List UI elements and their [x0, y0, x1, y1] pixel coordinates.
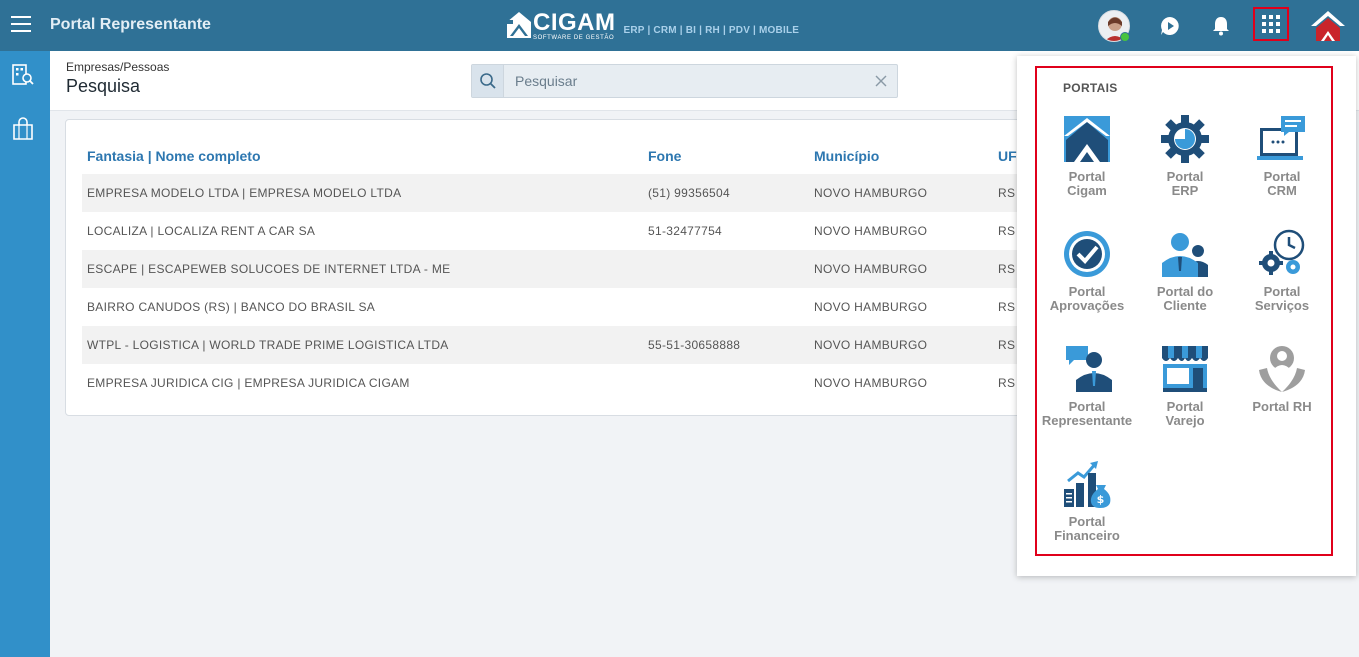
portal-label: Portal Serviços: [1254, 284, 1310, 313]
table-row[interactable]: EMPRESA JURIDICA CIG | EMPRESA JURIDICA …: [82, 364, 1062, 402]
page-title: Pesquisa: [66, 76, 141, 96]
cigam-house-icon: [1064, 116, 1110, 162]
apps-grid-icon: [1262, 15, 1280, 33]
portal-cigam[interactable]: Portal Cigam: [1037, 114, 1137, 224]
person-speech-icon: [1066, 346, 1112, 392]
cigam-logo-icon: [507, 12, 531, 38]
cell-name: ESCAPE | ESCAPEWEB SOLUCOES DE INTERNET …: [87, 262, 451, 276]
cell-uf: RS: [998, 224, 1016, 238]
logo-subtitle: SOFTWARE DE GESTÃO: [533, 35, 615, 41]
portal-label: Portal CRM: [1263, 169, 1301, 198]
portal-label: Portal Aprovações: [1049, 284, 1125, 313]
search-box: [471, 64, 898, 98]
portal-erp[interactable]: Portal ERP: [1135, 114, 1235, 224]
cell-uf: RS: [998, 338, 1016, 352]
portal-label: Portal Financeiro: [1054, 514, 1120, 543]
gears-clock-icon: [1259, 229, 1305, 275]
cigam-logo: CIGAM SOFTWARE DE GESTÃO ERP | CRM | BI …: [507, 9, 800, 42]
logo-modules: ERP | CRM | BI | RH | PDV | MOBILE: [623, 25, 800, 36]
table-row[interactable]: WTPL - LOGISTICA | WORLD TRADE PRIME LOG…: [82, 326, 1062, 364]
top-bar: Portal Representante CIGAM SOFTWARE DE G…: [0, 0, 1359, 51]
monitor-chat-icon: [1257, 116, 1305, 160]
cell-city: NOVO HAMBURGO: [814, 300, 928, 314]
hands-person-icon: [1259, 346, 1305, 392]
menu-icon[interactable]: [11, 16, 31, 34]
results-card: Fantasia | Nome completo Fone Município …: [65, 119, 1065, 416]
cell-city: NOVO HAMBURGO: [814, 186, 928, 200]
portals-dropdown: PORTAIS Portal Cigam Portal ERP Portal C…: [1017, 56, 1356, 576]
search-input[interactable]: [515, 65, 865, 97]
cell-name: WTPL - LOGISTICA | WORLD TRADE PRIME LOG…: [87, 338, 449, 352]
check-badge-icon: [1064, 231, 1110, 277]
portal-rh[interactable]: Portal RH: [1232, 344, 1332, 454]
column-header-name[interactable]: Fantasia | Nome completo: [87, 148, 261, 164]
portal-label: Portal Varejo: [1165, 399, 1205, 428]
building-search-icon[interactable]: [11, 63, 35, 87]
table-row[interactable]: BAIRRO CANUDOS (RS) | BANCO DO BRASIL SA…: [82, 288, 1062, 326]
play-chat-icon[interactable]: [1153, 9, 1187, 43]
column-header-city[interactable]: Município: [814, 148, 879, 164]
cell-name: EMPRESA JURIDICA CIG | EMPRESA JURIDICA …: [87, 376, 410, 390]
cell-city: NOVO HAMBURGO: [814, 224, 928, 238]
portal-label: Portal Representante: [1041, 399, 1133, 428]
cell-uf: RS: [998, 186, 1016, 200]
portal-label: Portal do Cliente: [1156, 284, 1214, 313]
table-row[interactable]: ESCAPE | ESCAPEWEB SOLUCOES DE INTERNET …: [82, 250, 1062, 288]
portal-financeiro[interactable]: $ Portal Financeiro: [1037, 459, 1137, 569]
portal-cliente[interactable]: Portal do Cliente: [1135, 229, 1235, 339]
portal-crm[interactable]: Portal CRM: [1232, 114, 1332, 224]
storefront-icon: [1162, 346, 1208, 392]
portal-label: Portal ERP: [1166, 169, 1204, 198]
cell-uf: RS: [998, 300, 1016, 314]
table-row[interactable]: LOCALIZA | LOCALIZA RENT A CAR SA 51-324…: [82, 212, 1062, 250]
breadcrumb[interactable]: Empresas/Pessoas: [66, 60, 169, 74]
cell-phone: (51) 99356504: [648, 186, 730, 200]
home-cigam-button[interactable]: [1310, 8, 1346, 44]
portal-aprovacoes[interactable]: Portal Aprovações: [1037, 229, 1137, 339]
portal-representante[interactable]: Portal Representante: [1037, 344, 1137, 454]
cell-name: EMPRESA MODELO LTDA | EMPRESA MODELO LTD…: [87, 186, 402, 200]
table-row[interactable]: EMPRESA MODELO LTDA | EMPRESA MODELO LTD…: [82, 174, 1062, 212]
cell-city: NOVO HAMBURGO: [814, 338, 928, 352]
gear-chart-icon: [1161, 115, 1209, 163]
shopping-bag-icon[interactable]: [11, 117, 35, 141]
apps-grid-button[interactable]: [1253, 7, 1289, 41]
money-growth-icon: $: [1064, 461, 1111, 508]
sidebar: [0, 51, 50, 657]
portal-varejo[interactable]: Portal Varejo: [1135, 344, 1235, 454]
people-icon: [1162, 233, 1208, 277]
cell-city: NOVO HAMBURGO: [814, 262, 928, 276]
cell-name: LOCALIZA | LOCALIZA RENT A CAR SA: [87, 224, 316, 238]
table-header: Fantasia | Nome completo Fone Município …: [82, 144, 1062, 174]
bell-icon[interactable]: [1204, 9, 1238, 43]
online-status-dot: [1120, 32, 1130, 42]
portals-title: PORTAIS: [1063, 81, 1118, 95]
cell-phone: 51-32477754: [648, 224, 723, 238]
svg-text:$: $: [1097, 493, 1105, 506]
column-header-uf[interactable]: UF: [998, 148, 1017, 164]
search-button[interactable]: [472, 65, 504, 97]
portal-label: Portal Cigam: [1067, 169, 1107, 198]
cell-city: NOVO HAMBURGO: [814, 376, 928, 390]
clear-search-icon[interactable]: [873, 73, 889, 89]
portal-servicos[interactable]: Portal Serviços: [1232, 229, 1332, 339]
column-header-phone[interactable]: Fone: [648, 148, 681, 164]
cell-uf: RS: [998, 262, 1016, 276]
cell-phone: 55-51-30658888: [648, 338, 741, 352]
cell-uf: RS: [998, 376, 1016, 390]
app-title: Portal Representante: [50, 16, 211, 33]
portal-label: Portal RH: [1252, 399, 1312, 414]
logo-word: CIGAM: [533, 9, 616, 36]
search-icon: [479, 73, 496, 89]
cell-name: BAIRRO CANUDOS (RS) | BANCO DO BRASIL SA: [87, 300, 376, 314]
home-icon: [1311, 11, 1345, 41]
